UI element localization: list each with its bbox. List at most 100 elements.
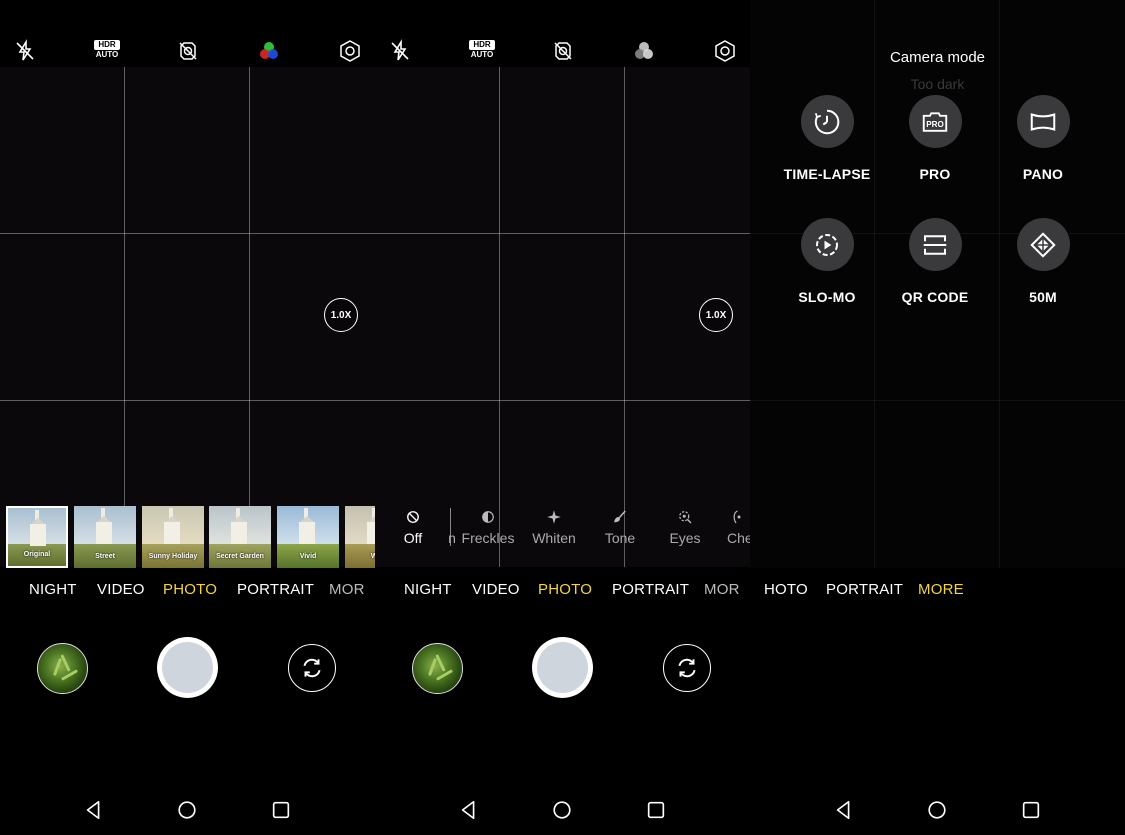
filter-original[interactable]: Original xyxy=(6,506,68,568)
mode-portrait[interactable]: PORTRAIT xyxy=(612,581,689,598)
ai-off-icon[interactable] xyxy=(550,38,576,64)
hdr-auto-label: AUTO xyxy=(470,50,494,59)
color-filter-icon[interactable] xyxy=(631,38,657,64)
home-icon[interactable] xyxy=(550,798,574,822)
filter-label: Street xyxy=(95,553,115,560)
brush-icon xyxy=(602,508,638,530)
panorama-icon xyxy=(1016,95,1070,148)
color-filter-icon[interactable] xyxy=(256,38,282,64)
mode-tile-qr-code[interactable]: QR CODE xyxy=(880,218,990,305)
grid-line xyxy=(375,233,750,234)
filter-vivid[interactable]: Vivid xyxy=(277,506,339,568)
settings-hexagon-icon[interactable] xyxy=(712,38,738,64)
gallery-thumbnail[interactable] xyxy=(37,643,88,694)
flash-off-icon[interactable] xyxy=(12,38,38,64)
zoom-button[interactable]: 1.0X xyxy=(324,298,358,332)
beauty-strip: Off n Freckles Whiten Tone Eyes Che xyxy=(375,506,750,568)
recents-icon[interactable] xyxy=(644,798,668,822)
grid-line xyxy=(249,67,250,567)
beauty-label: Tone xyxy=(604,530,636,546)
gallery-thumbnail[interactable] xyxy=(412,643,463,694)
beauty-whiten[interactable]: Whiten xyxy=(531,506,577,568)
beauty-eyes[interactable]: Eyes xyxy=(666,506,704,568)
mode-tile-label: PANO xyxy=(1022,166,1064,182)
pro-icon: PRO xyxy=(908,95,962,148)
mode-tile-pro[interactable]: PRO PRO xyxy=(880,95,990,182)
mode-more[interactable]: MORE xyxy=(918,581,964,598)
mode-photo[interactable]: PHOTO xyxy=(538,581,592,598)
filter-label: Sunny Holiday xyxy=(148,553,198,560)
mode-bar: NIGHT VIDEO PHOTO PORTRAIT MOR xyxy=(0,568,375,612)
mode-more[interactable]: MOR xyxy=(329,581,365,598)
sparkle-icon xyxy=(531,508,577,530)
mode-video[interactable]: VIDEO xyxy=(472,581,520,598)
switch-camera-icon xyxy=(678,658,696,678)
filter-sunny-holiday[interactable]: Sunny Holiday xyxy=(142,506,204,568)
mode-photo[interactable]: HOTO xyxy=(764,581,808,598)
recents-icon[interactable] xyxy=(269,798,293,822)
mode-tile-label: TIME-LAPSE xyxy=(783,166,871,182)
grid-line xyxy=(375,400,750,401)
cheek-icon xyxy=(727,508,750,530)
hdr-label: HDR xyxy=(94,40,120,50)
recents-icon[interactable] xyxy=(1019,798,1043,822)
filter-strip: Original Street Sunny Holiday Secret Gar… xyxy=(6,506,375,568)
grid-line xyxy=(0,400,375,401)
filter-partial[interactable]: Wa xyxy=(345,506,375,568)
mode-tile-slo-mo[interactable]: SLO-MO xyxy=(772,218,882,305)
mode-tile-label: SLO-MO xyxy=(798,289,856,305)
filter-label: Vivid xyxy=(299,553,317,560)
flash-off-icon[interactable] xyxy=(387,38,413,64)
timelapse-icon xyxy=(800,95,854,148)
mode-video[interactable]: VIDEO xyxy=(97,581,145,598)
grid-line xyxy=(750,400,1125,401)
back-icon[interactable] xyxy=(457,798,481,822)
mode-more[interactable]: MOR xyxy=(704,581,740,598)
beauty-label: Che xyxy=(727,530,750,546)
mode-night[interactable]: NIGHT xyxy=(29,581,77,598)
qr-code-icon xyxy=(908,218,962,271)
beauty-tone[interactable]: Tone xyxy=(602,506,638,568)
settings-hexagon-icon[interactable] xyxy=(337,38,363,64)
mode-tile-50m[interactable]: 50M xyxy=(988,218,1098,305)
ai-off-icon[interactable] xyxy=(175,38,201,64)
top-toolbar: HDR AUTO xyxy=(0,30,375,70)
beauty-freckles[interactable]: Freckles xyxy=(461,506,515,568)
home-icon[interactable] xyxy=(175,798,199,822)
too-dark-hint: Too dark xyxy=(910,76,965,92)
camera-screen-filters: HDR AUTO 1.0X Original Street Sunny Holi… xyxy=(0,0,375,835)
mode-portrait[interactable]: PORTRAIT xyxy=(237,581,314,598)
shutter-button[interactable] xyxy=(532,637,593,698)
back-icon[interactable] xyxy=(82,798,106,822)
back-icon[interactable] xyxy=(832,798,856,822)
slow-motion-icon xyxy=(800,218,854,271)
mode-photo[interactable]: PHOTO xyxy=(163,581,217,598)
svg-text:PRO: PRO xyxy=(926,120,944,129)
switch-camera-button[interactable] xyxy=(663,644,711,692)
50m-icon xyxy=(1016,218,1070,271)
beauty-item-partial[interactable]: n xyxy=(447,506,457,568)
switch-camera-button[interactable] xyxy=(288,644,336,692)
top-toolbar: HDR AUTO xyxy=(375,30,750,70)
filter-street[interactable]: Street xyxy=(74,506,136,568)
mode-tile-label: QR CODE xyxy=(901,289,969,305)
beauty-cheeks[interactable]: Che xyxy=(727,506,750,568)
shutter-button[interactable] xyxy=(157,637,218,698)
filter-label: Wa xyxy=(370,553,375,560)
mode-tile-pano[interactable]: PANO xyxy=(988,95,1098,182)
mode-portrait[interactable]: PORTRAIT xyxy=(826,581,903,598)
viewfinder[interactable]: 1.0X xyxy=(375,67,750,567)
mode-tile-time-lapse[interactable]: TIME-LAPSE xyxy=(772,95,882,182)
grid-line xyxy=(624,67,625,567)
home-icon[interactable] xyxy=(925,798,949,822)
zoom-button[interactable]: 1.0X xyxy=(699,298,733,332)
viewfinder[interactable]: 1.0X xyxy=(0,67,375,567)
camera-screen-beauty: HDR AUTO 1.0X Off n Freckles Whiten Tone… xyxy=(375,0,750,835)
filter-secret-garden[interactable]: Secret Garden xyxy=(209,506,271,568)
eye-icon xyxy=(666,508,704,530)
mode-bar: NIGHT VIDEO PHOTO PORTRAIT MOR xyxy=(375,568,750,612)
hdr-auto-icon[interactable]: HDR AUTO xyxy=(469,40,495,60)
hdr-auto-icon[interactable]: HDR AUTO xyxy=(94,40,120,60)
beauty-off[interactable]: Off xyxy=(395,506,431,568)
mode-night[interactable]: NIGHT xyxy=(404,581,452,598)
